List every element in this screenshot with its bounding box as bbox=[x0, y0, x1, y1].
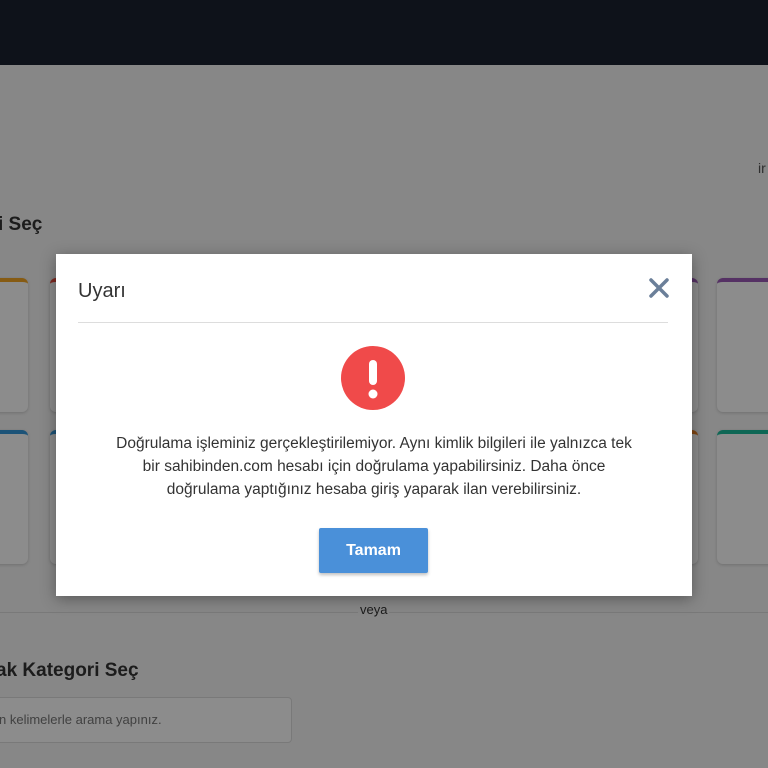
dialog-message: Doğrulama işleminiz gerçekleştirilemiyor… bbox=[76, 432, 672, 501]
dialog-message-line: doğrulama yaptığınız hesaba giriş yapara… bbox=[166, 481, 582, 498]
close-icon bbox=[649, 278, 669, 298]
exclamation-icon bbox=[341, 346, 405, 410]
dialog-message-line: Doğrulama işleminiz gerçekleştirilemiyor… bbox=[116, 435, 632, 452]
warning-dialog: Uyarı Doğrulama işleminiz gerçekleştiril… bbox=[56, 254, 692, 596]
dialog-message-line: bir sahibinden.com hesabı için doğrulama… bbox=[142, 458, 606, 475]
close-button[interactable] bbox=[645, 274, 673, 302]
ok-button[interactable]: Tamam bbox=[319, 528, 428, 573]
dialog-divider bbox=[78, 322, 668, 323]
dialog-title: Uyarı bbox=[78, 280, 126, 302]
